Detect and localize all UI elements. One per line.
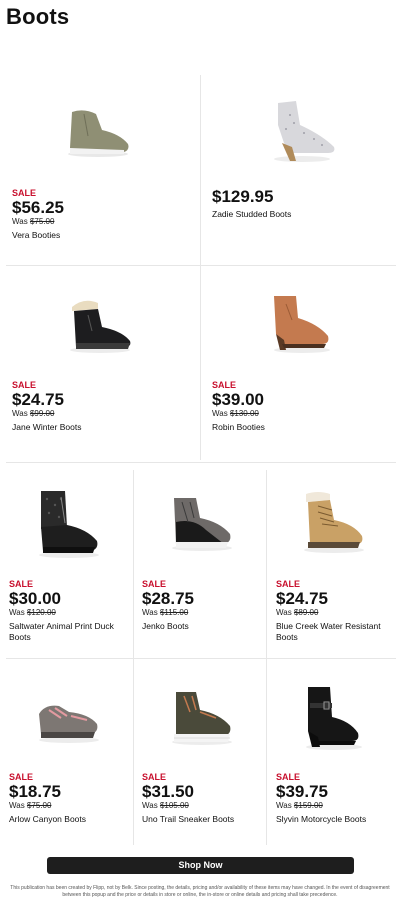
hiking-shoe-grey-pink-icon [39,705,99,743]
product-card[interactable]: $129.95 Zadie Studded Boots [212,80,392,260]
product-name[interactable]: Vera Booties [12,230,192,241]
lace-up-boot-tan-icon [304,492,364,553]
product-name[interactable]: Zadie Studded Boots [212,209,392,220]
product-name[interactable]: Saltwater Animal Print Duck Boots [9,621,131,643]
shop-now-button[interactable]: Shop Now [47,857,354,874]
product-card[interactable]: SALE $31.50 Was $105.00 Uno Trail Sneake… [142,668,264,848]
trail-sneaker-olive-icon [172,692,232,745]
price: $24.75 [12,390,64,409]
hiking-boot-grey-icon [172,498,232,551]
page-title: Boots [6,4,70,29]
product-name[interactable]: Blue Creek Water Resistant Boots [276,621,396,643]
duck-boot-black-icon [39,491,99,558]
was-price: Was $105.00 [142,801,189,810]
product-card[interactable]: SALE $24.75 Was $99.00 Jane Winter Boots [12,275,192,455]
product-name[interactable]: Arlow Canyon Boots [9,814,131,825]
product-card[interactable]: SALE $39.00 Was $130.00 Robin Booties [212,275,392,455]
price: $31.50 [142,782,194,801]
product-name[interactable]: Uno Trail Sneaker Boots [142,814,264,825]
product-card[interactable]: SALE $28.75 Was $115.00 Jenko Boots [142,472,264,652]
heeled-bootie-brown-icon [274,296,330,353]
moto-boot-black-icon [306,687,362,750]
winter-boot-black-icon [70,300,131,353]
disclaimer-text: This publication has been created by Fli… [10,885,390,898]
was-price: Was $75.00 [9,801,52,810]
product-name[interactable]: Jenko Boots [142,621,264,632]
was-price: Was $120.00 [9,608,56,617]
divider [200,75,201,460]
ankle-bootie-olive-icon [68,110,129,157]
was-price: Was $99.00 [12,409,55,418]
price: $56.25 [12,198,64,217]
was-price: Was $115.00 [142,608,189,617]
price: $18.75 [9,782,61,801]
divider [6,462,396,463]
product-card[interactable]: SALE $24.75 Was $89.00 Blue Creek Water … [276,472,396,652]
product-card[interactable]: SALE $30.00 Was $120.00 Saltwater Animal… [9,472,131,652]
price: $28.75 [142,589,194,608]
product-name[interactable]: Jane Winter Boots [12,422,192,433]
was-price: Was $75.00 [12,217,55,226]
divider [6,658,396,659]
product-name[interactable]: Slyvin Motorcycle Boots [276,814,396,825]
price: $30.00 [9,589,61,608]
price: $129.95 [212,187,274,206]
product-name[interactable]: Robin Booties [212,422,392,433]
divider [6,265,396,266]
product-card[interactable]: SALE $39.75 Was $159.00 Slyvin Motorcycl… [276,668,396,848]
was-price: Was $159.00 [276,801,323,810]
price: $24.75 [276,589,328,608]
price: $39.75 [276,782,328,801]
studded-western-bootie-white-icon [274,101,335,162]
price: $39.00 [212,390,264,409]
was-price: Was $130.00 [212,409,259,418]
product-card[interactable]: SALE $56.25 Was $75.00 Vera Booties [12,80,192,260]
product-card[interactable]: SALE $18.75 Was $75.00 Arlow Canyon Boot… [9,668,131,848]
was-price: Was $89.00 [276,608,319,617]
